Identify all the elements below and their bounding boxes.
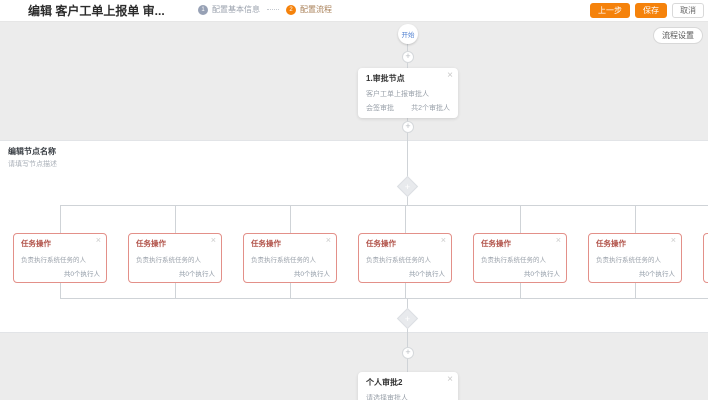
workflow-editor-screen: 编辑节点名称 请填写节点描述 + + 开始 + + + 1.审批节点 × 客户工…: [0, 0, 708, 400]
branch-card[interactable]: 任务操作 × 负责执行系统任务的人 共0个执行人: [13, 233, 107, 283]
branch-card-desc: 负责执行系统任务的人: [251, 254, 316, 264]
close-icon[interactable]: ×: [447, 70, 453, 81]
branch-card-count: 共0个执行人: [409, 268, 445, 278]
start-node[interactable]: 开始: [398, 24, 418, 44]
branch-card-count: 共0个执行人: [179, 268, 215, 278]
branch-card-desc: 负责执行系统任务的人: [366, 254, 431, 264]
flow-settings-button[interactable]: 流程设置: [653, 27, 703, 44]
condition-group-name: 编辑节点名称: [8, 146, 56, 157]
approval-node-title: 1.审批节点: [366, 73, 405, 84]
step-2-circle: 2: [286, 5, 296, 15]
branch-split-line: [60, 205, 708, 206]
branch-card[interactable]: 任务操作 × 负责执行系统任务的人 共0个执行人: [128, 233, 222, 283]
personal-approval-card[interactable]: 个人审批2 × 请选择审批人: [358, 372, 458, 400]
branch-merge-line: [60, 298, 708, 299]
close-icon[interactable]: ×: [671, 235, 676, 245]
add-node-button[interactable]: +: [402, 121, 414, 133]
add-node-button[interactable]: +: [402, 51, 414, 63]
close-icon[interactable]: ×: [556, 235, 561, 245]
branch-card-desc: 负责执行系统任务的人: [136, 254, 201, 264]
branch-card-count: 共0个执行人: [64, 268, 100, 278]
branch-card[interactable]: 任务操作 × 负责执行系统任务的人 共0个执行人: [358, 233, 452, 283]
close-icon[interactable]: ×: [447, 374, 453, 385]
add-node-button[interactable]: +: [402, 347, 414, 359]
branch-card-title: 任务操作: [366, 238, 396, 249]
branch-card-count: 共0个执行人: [294, 268, 330, 278]
branch-card-desc: 负责执行系统任务的人: [481, 254, 546, 264]
cancel-button[interactable]: 取消: [672, 3, 704, 18]
previous-step-button[interactable]: 上一步: [590, 3, 630, 18]
branch-card-title: 任务操作: [136, 238, 166, 249]
approval-node-mode: 会签审批: [366, 103, 394, 113]
plus-icon: +: [401, 312, 414, 325]
approval-node-desc: 客户工单上报审批人: [366, 89, 429, 99]
branch-card-title: 任务操作: [21, 238, 51, 249]
branch-card[interactable]: 任务操作 × 负责执行系统任务的人 共0个执行人: [243, 233, 337, 283]
branch-card[interactable]: 任务操作 × 负责执行系统任务的人 共0个执行人: [588, 233, 682, 283]
personal-approval-title: 个人审批2: [366, 377, 402, 388]
header-actions: 上一步 保存 取消: [590, 3, 704, 18]
page-title: 编辑 客户工单上报单 审...: [28, 3, 165, 19]
branch-card[interactable]: 任务操作 × 负责执行系统任务的人 共0个执行人: [473, 233, 567, 283]
branch-card-title: 任务操作: [481, 238, 511, 249]
step-2-label: 配置流程: [300, 4, 332, 15]
close-icon[interactable]: ×: [326, 235, 331, 245]
close-icon[interactable]: ×: [441, 235, 446, 245]
condition-group-desc: 请填写节点描述: [8, 159, 57, 169]
step-separator: [267, 9, 279, 10]
branch-card-desc: 负责执行系统任务的人: [21, 254, 86, 264]
header-bar: 编辑 客户工单上报单 审... 1 配置基本信息 2 配置流程 上一步 保存 取…: [0, 0, 708, 22]
step-basic-info[interactable]: 1 配置基本信息: [198, 4, 260, 15]
step-1-circle: 1: [198, 5, 208, 15]
personal-approval-desc: 请选择审批人: [366, 393, 408, 400]
approval-node-card[interactable]: 1.审批节点 × 客户工单上报审批人 会签审批 共2个审批人: [358, 68, 458, 118]
branch-card[interactable]: 任务操作 × 负责执行系统任务的人 共0个执行人: [703, 233, 708, 283]
branch-card-title: 任务操作: [251, 238, 281, 249]
save-button[interactable]: 保存: [635, 3, 667, 18]
plus-icon: +: [401, 180, 414, 193]
step-indicator: 1 配置基本信息 2 配置流程: [198, 4, 332, 15]
close-icon[interactable]: ×: [211, 235, 216, 245]
approval-node-count: 共2个审批人: [411, 103, 450, 113]
branch-card-count: 共0个执行人: [524, 268, 560, 278]
branch-card-desc: 负责执行系统任务的人: [596, 254, 661, 264]
branch-card-title: 任务操作: [596, 238, 626, 249]
step-configure-flow[interactable]: 2 配置流程: [286, 4, 332, 15]
close-icon[interactable]: ×: [96, 235, 101, 245]
branch-card-count: 共0个执行人: [639, 268, 675, 278]
step-1-label: 配置基本信息: [212, 4, 260, 15]
